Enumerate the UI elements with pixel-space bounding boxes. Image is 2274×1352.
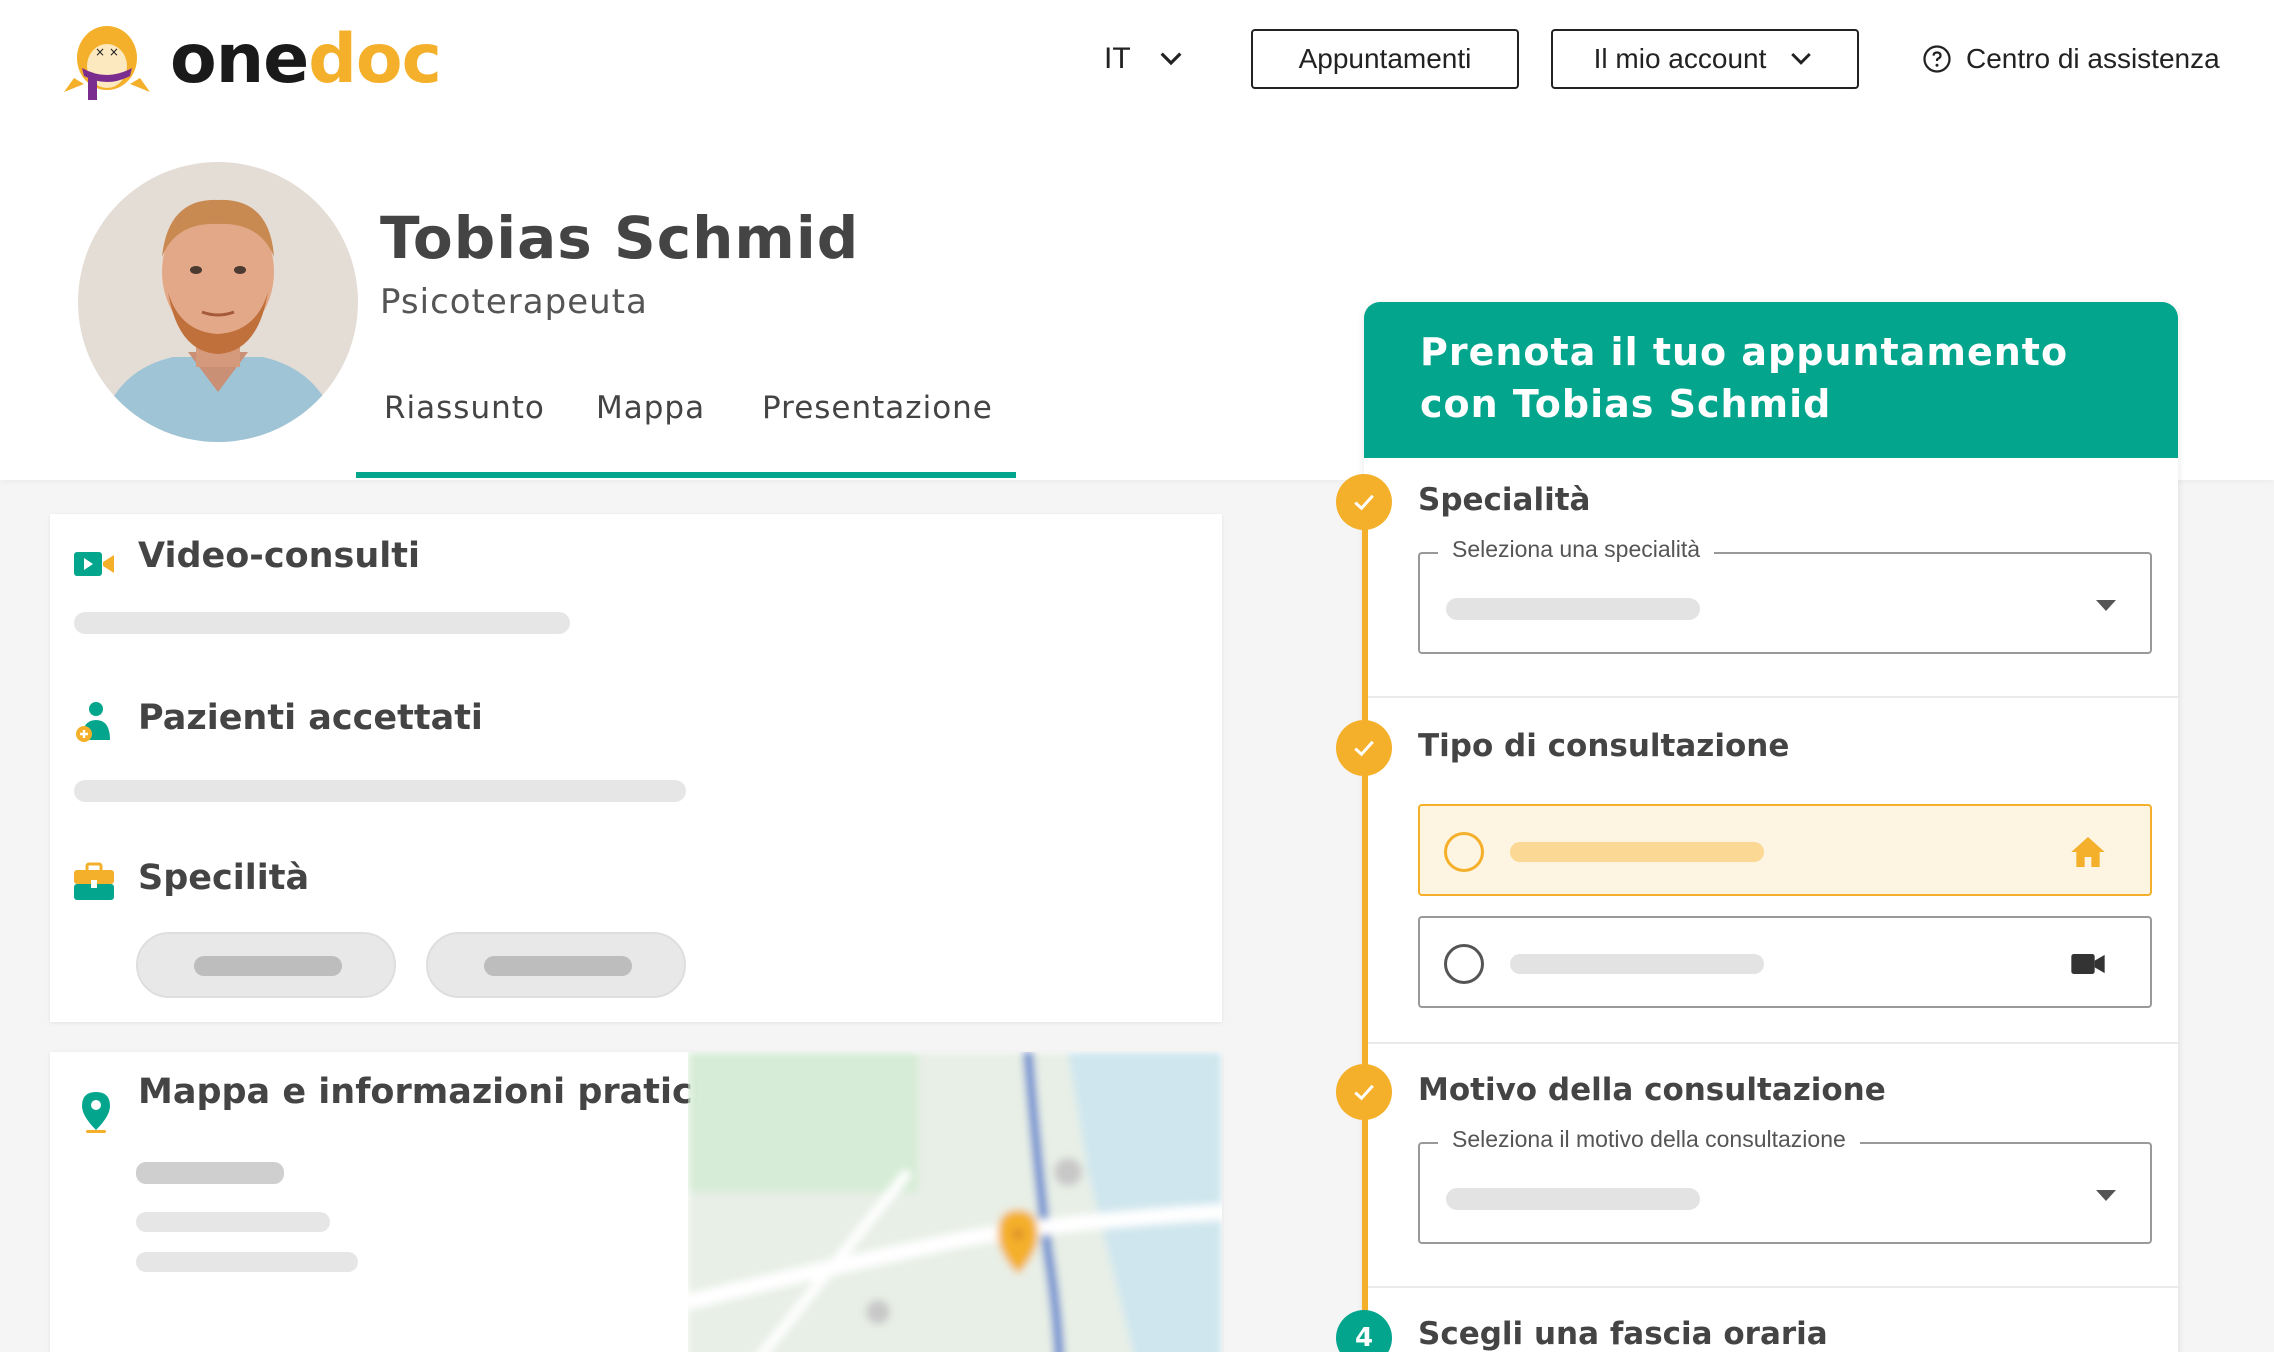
consultation-reason-placeholder (1446, 1188, 1700, 1210)
accepted-patients-placeholder (74, 780, 686, 802)
specialty-select[interactable]: Seleziona una specialità (1418, 536, 2152, 654)
avatar (78, 162, 358, 442)
help-center-label: Centro di assistenza (1966, 43, 2220, 74)
profile-tabs: Riassunto Mappa Presentazione (356, 390, 1016, 482)
map-card: Mappa e informazioni pratiche (50, 1052, 1222, 1352)
onedoc-logo[interactable]: × × onedoc (64, 18, 442, 102)
specialty-chip[interactable] (136, 932, 396, 998)
step-completed-check (1336, 1064, 1392, 1120)
location-pin-icon (82, 1092, 110, 1133)
accepted-patients-title: Pazienti accettati (138, 698, 483, 738)
check-icon (1354, 740, 1374, 757)
svg-text:× ×: × × (95, 45, 119, 59)
step-time-slot-title: Scegli una fascia oraria (1418, 1316, 1828, 1352)
doctor-profession: Psicoterapeuta (380, 282, 648, 322)
step-consultation-type-title: Tipo di consultazione (1418, 728, 1790, 764)
option-label-placeholder (1510, 954, 1764, 974)
chevron-down-icon (1791, 52, 1812, 65)
specialty-chip-placeholder (194, 956, 342, 976)
video-camera-icon (74, 552, 114, 576)
step-divider (1364, 696, 2178, 698)
chevron-down-icon (1160, 52, 1182, 66)
booking-header: Prenota il tuo appuntamento con Tobias S… (1364, 302, 2178, 458)
step-divider (1364, 1286, 2178, 1288)
penguin-mascot-icon: × × (64, 26, 150, 100)
dropdown-arrow-icon (2096, 1190, 2116, 1201)
specialty-select-label: Seleziona una specialità (1438, 536, 1715, 563)
dropdown-arrow-icon (2096, 600, 2116, 611)
my-account-label: Il mio account (1593, 43, 1767, 74)
step-specialty-title: Specialità (1418, 482, 1591, 518)
video-camera-icon (2071, 954, 2105, 974)
check-icon (1354, 1084, 1374, 1101)
help-center-link[interactable]: Centro di assistenza (1922, 38, 2220, 80)
address-line-placeholder (136, 1252, 358, 1272)
option-label-placeholder (1510, 842, 1764, 862)
step-divider (1364, 1042, 2178, 1044)
consultation-type-video-option[interactable] (1418, 916, 2152, 1008)
specialty-chip[interactable] (426, 932, 686, 998)
map-preview[interactable] (688, 1052, 1222, 1352)
language-label: IT (1104, 42, 1131, 75)
map-info-title: Mappa e informazioni pratiche (138, 1072, 742, 1112)
tab-active-indicator (356, 472, 1016, 478)
booking-title: Prenota il tuo appuntamento con Tobias S… (1420, 330, 2069, 426)
step-completed-check (1336, 474, 1392, 530)
logo-wordmark: onedoc (170, 20, 442, 99)
appointments-label: Appuntamenti (1298, 43, 1472, 74)
consultation-reason-select-label: Seleziona il motivo della consultazione (1438, 1126, 1860, 1153)
doctor-name: Tobias Schmid (380, 204, 860, 272)
address-line-placeholder (136, 1212, 330, 1232)
check-icon (1354, 494, 1374, 511)
doctor-portrait-icon (78, 162, 358, 442)
tab-riassunto[interactable]: Riassunto (384, 390, 545, 426)
step-consultation-reason-title: Motivo della consultazione (1418, 1072, 1886, 1108)
summary-card: Video-consulti Pazienti accettati Specil… (50, 514, 1222, 1022)
home-icon (2071, 837, 2105, 867)
tab-mappa[interactable]: Mappa (596, 390, 705, 426)
radio-button[interactable] (1444, 832, 1484, 872)
question-circle-icon (1923, 45, 1951, 73)
patient-icon (76, 702, 110, 742)
specialty-select-placeholder (1446, 598, 1700, 620)
specialties-title: Specilità (138, 858, 310, 898)
consultation-reason-select[interactable]: Seleziona il motivo della consultazione (1418, 1126, 2152, 1244)
video-consults-title: Video-consulti (138, 536, 421, 576)
video-consults-placeholder (74, 612, 570, 634)
briefcase-icon (74, 862, 114, 900)
appointments-button[interactable]: Appuntamenti (1251, 29, 1519, 89)
my-account-button[interactable]: Il mio account (1551, 29, 1859, 89)
radio-button[interactable] (1444, 944, 1484, 984)
language-selector[interactable]: IT (1104, 36, 1187, 82)
steps-timeline (1362, 500, 1368, 1340)
tab-presentazione[interactable]: Presentazione (762, 390, 993, 426)
consultation-type-office-option[interactable] (1418, 804, 2152, 896)
specialty-chip-placeholder (484, 956, 632, 976)
step-completed-check (1336, 720, 1392, 776)
address-placeholder (136, 1162, 284, 1184)
